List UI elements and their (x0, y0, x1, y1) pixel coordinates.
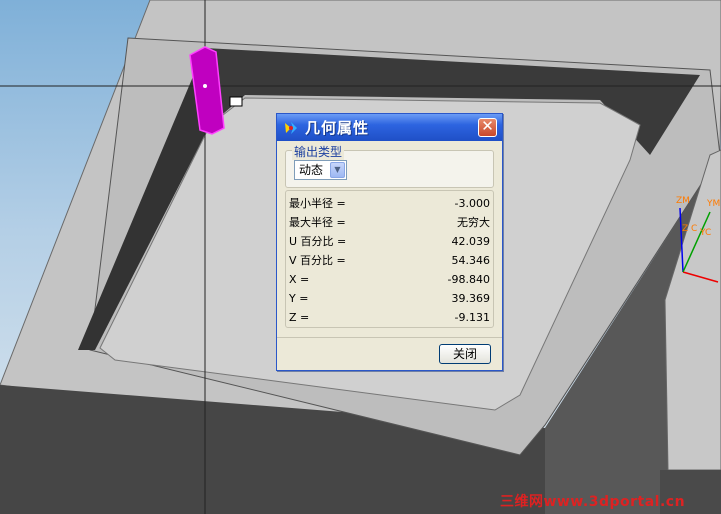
property-row-v-percent: V 百分比 = 54.346 (289, 251, 490, 270)
dialog-title: 几何属性 (305, 119, 370, 137)
property-label: X = (289, 273, 310, 286)
property-value: 54.346 (451, 254, 491, 267)
property-value: 42.039 (451, 235, 491, 248)
geometry-properties-dialog: 几何属性 ✕ 输出类型 动态 ▼ 最小半径 = -3.000 最大半径 = 无穷… (276, 113, 503, 371)
property-label: V 百分比 = (289, 254, 346, 267)
output-type-group: 输出类型 动态 ▼ (285, 143, 494, 188)
property-label: Z = (289, 311, 310, 324)
property-row-u-percent: U 百分比 = 42.039 (289, 232, 490, 251)
close-button[interactable]: 关闭 (439, 344, 491, 364)
property-value: 无穷大 (457, 216, 490, 229)
property-row-min-radius: 最小半径 = -3.000 (289, 194, 490, 213)
property-row-max-radius: 最大半径 = 无穷大 (289, 213, 490, 232)
app-logo-icon (285, 121, 297, 134)
property-value: 39.369 (451, 292, 491, 305)
dialog-titlebar[interactable]: 几何属性 ✕ (277, 114, 502, 141)
property-value: -3.000 (454, 197, 490, 210)
property-label: U 百分比 = (289, 235, 347, 248)
property-row-y: Y = 39.369 (289, 289, 490, 308)
watermark: 三维网www.3dportal.cn (500, 494, 686, 510)
property-row-z: Z = -9.131 (289, 308, 490, 327)
property-value: -98.840 (447, 273, 490, 286)
property-label: 最小半径 = (289, 197, 346, 210)
output-type-select[interactable]: 动态 ▼ (294, 160, 347, 180)
axis-label-zc: Z C (682, 224, 698, 234)
output-type-value: 动态 (299, 163, 324, 177)
axis-label-zm: ZM (676, 196, 690, 206)
property-label: 最大半径 = (289, 216, 346, 229)
cursor-tag-icon (229, 96, 243, 107)
chevron-down-icon[interactable]: ▼ (330, 162, 345, 178)
property-label: Y = (289, 292, 309, 305)
close-icon[interactable]: ✕ (478, 118, 497, 137)
divider (277, 337, 502, 338)
properties-panel: 最小半径 = -3.000 最大半径 = 无穷大 U 百分比 = 42.039 … (285, 190, 494, 328)
property-row-x: X = -98.840 (289, 270, 490, 289)
axis-label-yc: YC (700, 228, 712, 238)
axis-label-ym: YM (707, 199, 721, 209)
selected-point (203, 84, 207, 88)
output-type-label: 输出类型 (292, 143, 345, 160)
property-value: -9.131 (454, 311, 490, 324)
